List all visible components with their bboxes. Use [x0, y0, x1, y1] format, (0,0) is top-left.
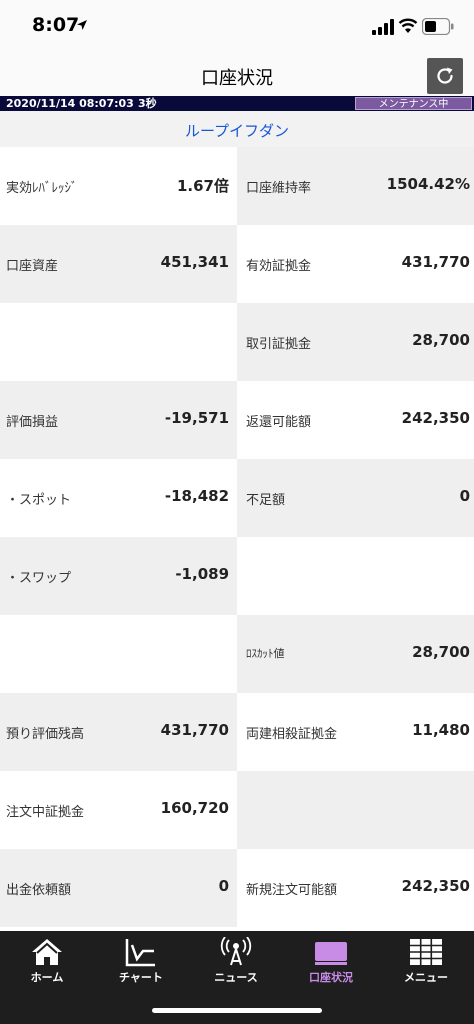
cell-value: 431,770	[401, 253, 470, 271]
update-interval: 3秒	[138, 97, 157, 110]
cell-label: ・スワップ	[6, 571, 72, 586]
cell-label: 実効ﾚﾊﾞﾚｯｼﾞ	[6, 181, 78, 196]
menu-grid-icon	[410, 939, 442, 965]
status-bar: 8:07	[0, 0, 474, 56]
grid-cell: 実効ﾚﾊﾞﾚｯｼﾞ 1.67倍	[0, 147, 237, 225]
grid-cell: 新規注文可能額 242,350	[237, 849, 474, 927]
grid-cell: 口座維持率 1504.42%	[237, 147, 474, 225]
table-row: 注文中証拠金 160,720	[0, 771, 474, 849]
table-row: 取引証拠金 28,700	[0, 303, 474, 381]
cell-value: 28,700	[412, 331, 470, 349]
cell-label: 注文中証拠金	[6, 805, 85, 820]
cell-value: 451,341	[160, 253, 229, 271]
wifi-icon	[398, 18, 418, 33]
cell-label: 不足額	[246, 493, 286, 508]
cell-value: 11,480	[412, 721, 470, 739]
cell-label: 口座維持率	[246, 181, 312, 196]
grid-cell: 預り評価残高 431,770	[0, 693, 237, 771]
grid-cell: 取引証拠金 28,700	[237, 303, 474, 381]
cell-label: 出金依頼額	[6, 883, 72, 898]
tab-label: ホーム	[30, 971, 64, 984]
grid-cell	[0, 303, 237, 381]
table-row: 口座資産 451,341 有効証拠金 431,770	[0, 225, 474, 303]
tab-label: ニュース	[214, 971, 258, 984]
grid-cell: 不足額 0	[237, 459, 474, 537]
grid-cell: ・スポット -18,482	[0, 459, 237, 537]
update-datetime: 2020/11/14 08:07:03	[6, 97, 134, 110]
grid-cell	[237, 537, 474, 615]
cell-value: 431,770	[160, 721, 229, 739]
grid-cell: 両建相殺証拠金 11,480	[237, 693, 474, 771]
cell-value: 1.67倍	[176, 177, 229, 195]
grid-cell: 口座資産 451,341	[0, 225, 237, 303]
cell-value: 242,350	[401, 877, 470, 895]
table-row: ﾛｽｶｯﾄ値 28,700	[0, 615, 474, 693]
grid-cell: 有効証拠金 431,770	[237, 225, 474, 303]
refresh-icon	[437, 67, 453, 84]
home-indicator	[152, 1008, 322, 1013]
info-bar: 2020/11/14 08:07:03 3秒 メンテナンス中	[0, 96, 474, 111]
tab-home[interactable]: ホーム	[0, 937, 94, 987]
nav-bar: 口座状況	[0, 56, 474, 96]
cell-value: 160,720	[160, 799, 229, 817]
grid-cell	[237, 771, 474, 849]
cell-label: 預り評価残高	[6, 727, 85, 742]
tab-chart[interactable]: チャート	[94, 937, 188, 987]
tab-label: チャート	[119, 971, 163, 984]
cell-label: ・スポット	[6, 493, 72, 508]
cell-value: 28,700	[412, 643, 470, 661]
cell-value: 0	[459, 487, 470, 505]
grid-cell: 評価損益 -19,571	[0, 381, 237, 459]
battery-icon	[422, 18, 454, 35]
refresh-button[interactable]	[427, 58, 463, 94]
home-icon	[32, 939, 62, 965]
table-row: ・スポット -18,482 不足額 0	[0, 459, 474, 537]
cell-value: 1504.42%	[386, 175, 470, 193]
table-row: 預り評価残高 431,770 両建相殺証拠金 11,480	[0, 693, 474, 771]
location-arrow-icon	[77, 20, 87, 30]
cell-label: 取引証拠金	[246, 337, 312, 352]
grid-cell: 返還可能額 242,350	[237, 381, 474, 459]
page-title: 口座状況	[201, 68, 273, 89]
grid-cell	[0, 615, 237, 693]
table-row: ・スワップ -1,089	[0, 537, 474, 615]
cell-label: 評価損益	[6, 415, 59, 430]
cell-value: -19,571	[164, 409, 229, 427]
cellular-signal-icon	[372, 19, 394, 35]
table-row: 評価損益 -19,571 返還可能額 242,350	[0, 381, 474, 459]
grid-cell: ・スワップ -1,089	[0, 537, 237, 615]
news-broadcast-icon	[220, 937, 252, 966]
cell-label: 口座資産	[6, 259, 59, 274]
loop-ifdone-link[interactable]: ループイフダン	[0, 120, 474, 141]
cell-label: ﾛｽｶｯﾄ値	[246, 647, 285, 660]
cell-label: 返還可能額	[246, 415, 312, 430]
tab-menu[interactable]: メニュー	[379, 937, 473, 987]
table-row: 実効ﾚﾊﾞﾚｯｼﾞ 1.67倍 口座維持率 1504.42%	[0, 147, 474, 225]
cell-value: -1,089	[175, 565, 229, 583]
status-time: 8:07	[32, 14, 80, 36]
cell-label: 新規注文可能額	[246, 883, 338, 898]
cell-label: 有効証拠金	[246, 259, 312, 274]
grid-cell: 出金依頼額 0	[0, 849, 237, 927]
maintenance-badge: メンテナンス中	[355, 97, 472, 110]
account-status-icon	[315, 942, 347, 965]
tab-account-status[interactable]: 口座状況	[284, 937, 378, 987]
table-row: 出金依頼額 0 新規注文可能額 242,350	[0, 849, 474, 927]
product-link-row: ループイフダン	[0, 111, 474, 147]
account-status-grid: 実効ﾚﾊﾞﾚｯｼﾞ 1.67倍 口座維持率 1504.42% 口座資産 451,…	[0, 147, 474, 927]
cell-value: 242,350	[401, 409, 470, 427]
cell-value: 0	[218, 877, 229, 895]
chart-icon	[125, 939, 155, 967]
cell-value: -18,482	[164, 487, 229, 505]
grid-cell: ﾛｽｶｯﾄ値 28,700	[237, 615, 474, 693]
cell-label: 両建相殺証拠金	[246, 727, 338, 742]
tab-news[interactable]: ニュース	[189, 937, 283, 987]
grid-cell: 注文中証拠金 160,720	[0, 771, 237, 849]
tab-label: 口座状況	[309, 971, 353, 984]
tab-label: メニュー	[404, 971, 448, 984]
